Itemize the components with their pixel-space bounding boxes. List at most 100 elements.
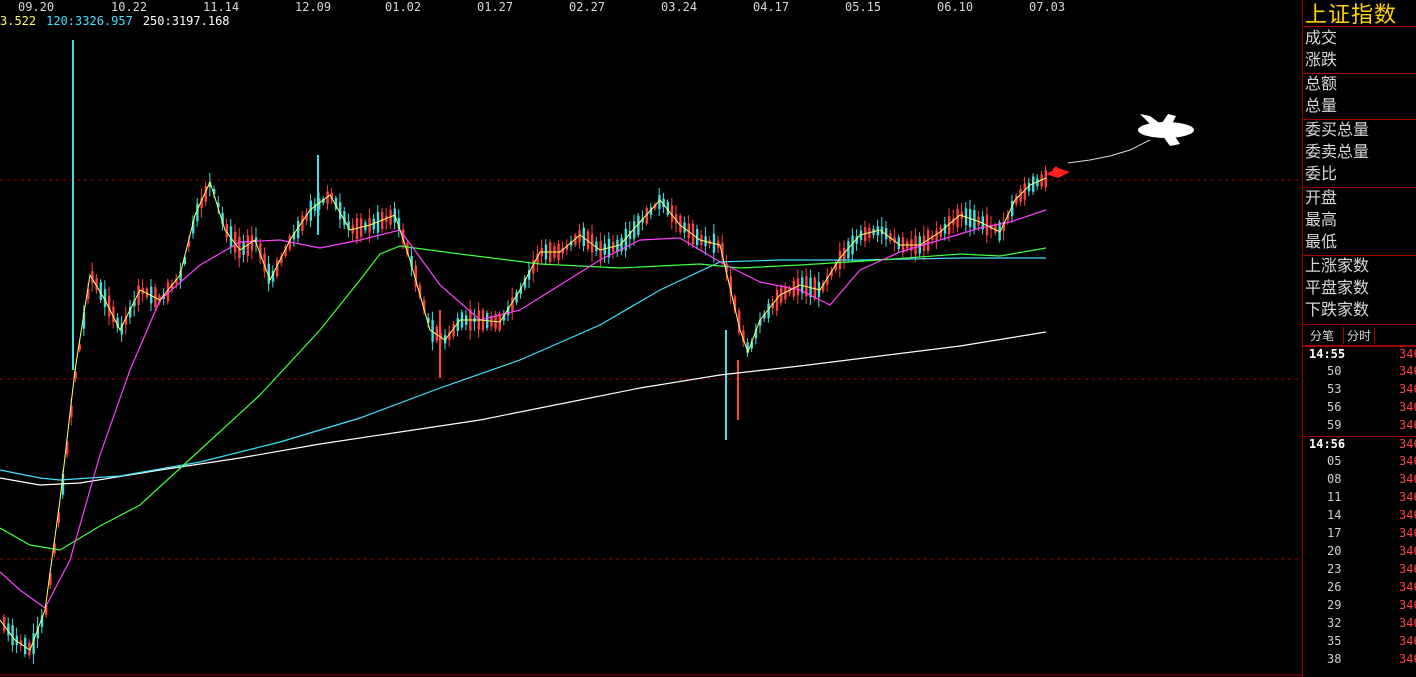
tick-row[interactable]: 35 346 <box>1303 634 1416 652</box>
quote-field-label: 委买总量 <box>1305 120 1370 139</box>
tick-price: 346 <box>1399 562 1416 576</box>
tick-tabs: 分笔 分时 <box>1303 324 1416 346</box>
tick-row[interactable]: 05 346 <box>1303 454 1416 472</box>
tick-time: 17 <box>1327 526 1342 540</box>
x-axis-label: 11.14 <box>203 0 240 14</box>
tick-time: 59 <box>1327 418 1342 432</box>
tick-price: 346 <box>1399 526 1416 540</box>
tick-price: 346 <box>1399 616 1416 630</box>
ma-120-line <box>0 257 1046 481</box>
tick-time: 50 <box>1327 364 1342 378</box>
x-axis-label: 10.22 <box>111 0 148 14</box>
tick-row[interactable]: 14 346 <box>1303 508 1416 526</box>
tick-row[interactable]: 14:55 346 <box>1303 346 1416 365</box>
ma-legend-short: 3.522 <box>0 14 37 28</box>
tick-price: 346 <box>1399 634 1416 648</box>
tick-row[interactable]: 14:56 346 <box>1303 436 1416 455</box>
quote-field-label: 上涨家数 <box>1305 256 1370 275</box>
tick-time: 38 <box>1327 652 1342 666</box>
ma-mid-line <box>0 209 1047 609</box>
ma-legend-250: 250:3197.168 <box>142 14 230 28</box>
tick-price: 346 <box>1399 580 1416 594</box>
x-axis-label: 01.02 <box>385 0 422 14</box>
tick-row[interactable]: 53 346 <box>1303 382 1416 400</box>
tick-price: 346 <box>1399 364 1416 378</box>
x-axis-label: 09.20 <box>18 0 55 14</box>
tick-price: 346 <box>1399 454 1416 468</box>
tick-row[interactable]: 26 346 <box>1303 580 1416 598</box>
kline-chart[interactable]: 09.20 10.22 11.14 12.09 01.02 01.27 02.27 03.24… <box>0 0 1302 677</box>
x-axis-label: 01.27 <box>477 0 514 14</box>
tick-row[interactable]: 38 346 <box>1303 652 1416 670</box>
quote-field-label: 成交 <box>1305 28 1338 47</box>
tick-time: 14:55 <box>1309 347 1346 361</box>
panel-divider <box>1303 26 1416 27</box>
quote-field-label: 下跌家数 <box>1305 300 1370 319</box>
quote-field-label: 平盘家数 <box>1305 278 1370 297</box>
tick-row[interactable]: 08 346 <box>1303 472 1416 490</box>
tick-time: 14:56 <box>1309 437 1346 451</box>
tick-price: 346 <box>1399 544 1416 558</box>
flight-path <box>1067 139 1151 164</box>
tick-time: 11 <box>1327 490 1342 504</box>
kline-canvas[interactable] <box>0 0 1302 677</box>
tick-price: 346 <box>1399 472 1416 486</box>
candlestick-group <box>3 40 1047 664</box>
tick-price: 346 <box>1399 598 1416 612</box>
tick-time: 29 <box>1327 598 1342 612</box>
tick-price: 346 <box>1399 652 1416 666</box>
tick-time: 26 <box>1327 580 1342 594</box>
tick-row[interactable]: 56 346 <box>1303 400 1416 418</box>
tick-time: 35 <box>1327 634 1342 648</box>
tick-row[interactable]: 17 346 <box>1303 526 1416 544</box>
red-arrow-icon <box>1046 166 1070 178</box>
tick-price: 346 <box>1399 490 1416 504</box>
tick-row[interactable]: 29 346 <box>1303 598 1416 616</box>
tick-price: 346 <box>1399 382 1416 396</box>
x-axis-label: 07.03 <box>1029 0 1066 14</box>
quote-field-label: 开盘 <box>1305 188 1338 207</box>
tick-row[interactable]: 20 346 <box>1303 544 1416 562</box>
tick-price: 346 <box>1399 508 1416 522</box>
tick-time: 05 <box>1327 454 1342 468</box>
tick-time: 53 <box>1327 382 1342 396</box>
quote-field-label: 委卖总量 <box>1305 142 1370 161</box>
tick-price: 346 <box>1399 400 1416 414</box>
ma-250-line <box>0 331 1047 486</box>
ma-legend: 3.522 120:3326.957 250:3197.168 <box>0 14 240 28</box>
tick-row[interactable]: 50 346 <box>1303 364 1416 382</box>
tick-time: 56 <box>1327 400 1342 414</box>
tick-time: 14 <box>1327 508 1342 522</box>
index-title: 上证指数 <box>1305 3 1398 28</box>
x-axis-label: 02.27 <box>569 0 606 14</box>
x-axis-label: 04.17 <box>753 0 790 14</box>
ma-short-line <box>0 177 1047 651</box>
ma-60-line <box>0 245 1047 551</box>
quote-field-label: 总量 <box>1305 96 1338 115</box>
tick-time: 23 <box>1327 562 1342 576</box>
x-axis-label: 06.10 <box>937 0 974 14</box>
ma-legend-120: 120:3326.957 <box>46 14 133 28</box>
airplane-icon <box>1138 114 1194 146</box>
quote-field-label: 涨跌 <box>1305 50 1338 69</box>
tick-time: 20 <box>1327 544 1342 558</box>
tick-price: 346 <box>1399 347 1416 361</box>
quote-field-label: 最高 <box>1305 210 1338 229</box>
tab-fenshi[interactable]: 分时 <box>1343 327 1376 344</box>
tick-row[interactable]: 32 346 <box>1303 616 1416 634</box>
tick-row[interactable]: 23 346 <box>1303 562 1416 580</box>
tick-price: 346 <box>1399 418 1416 432</box>
quote-panel: 上证指数 成交涨跌总额总量委买总量委卖总量委比开盘最高最低上涨家数平盘家数下跌家… <box>1302 0 1416 677</box>
x-axis-label: 03.24 <box>661 0 698 14</box>
tick-row[interactable]: 59 346 <box>1303 418 1416 436</box>
tick-time: 32 <box>1327 616 1342 630</box>
tick-price: 346 <box>1399 437 1416 451</box>
tick-row[interactable]: 11 346 <box>1303 490 1416 508</box>
quote-field-label: 最低 <box>1305 232 1338 251</box>
quote-field-label: 总额 <box>1305 74 1338 93</box>
quote-field-label: 委比 <box>1305 164 1338 183</box>
x-axis-label: 05.15 <box>845 0 882 14</box>
tab-fenbi[interactable]: 分笔 <box>1307 327 1337 344</box>
tick-time: 08 <box>1327 472 1342 486</box>
x-axis-label: 12.09 <box>295 0 332 14</box>
